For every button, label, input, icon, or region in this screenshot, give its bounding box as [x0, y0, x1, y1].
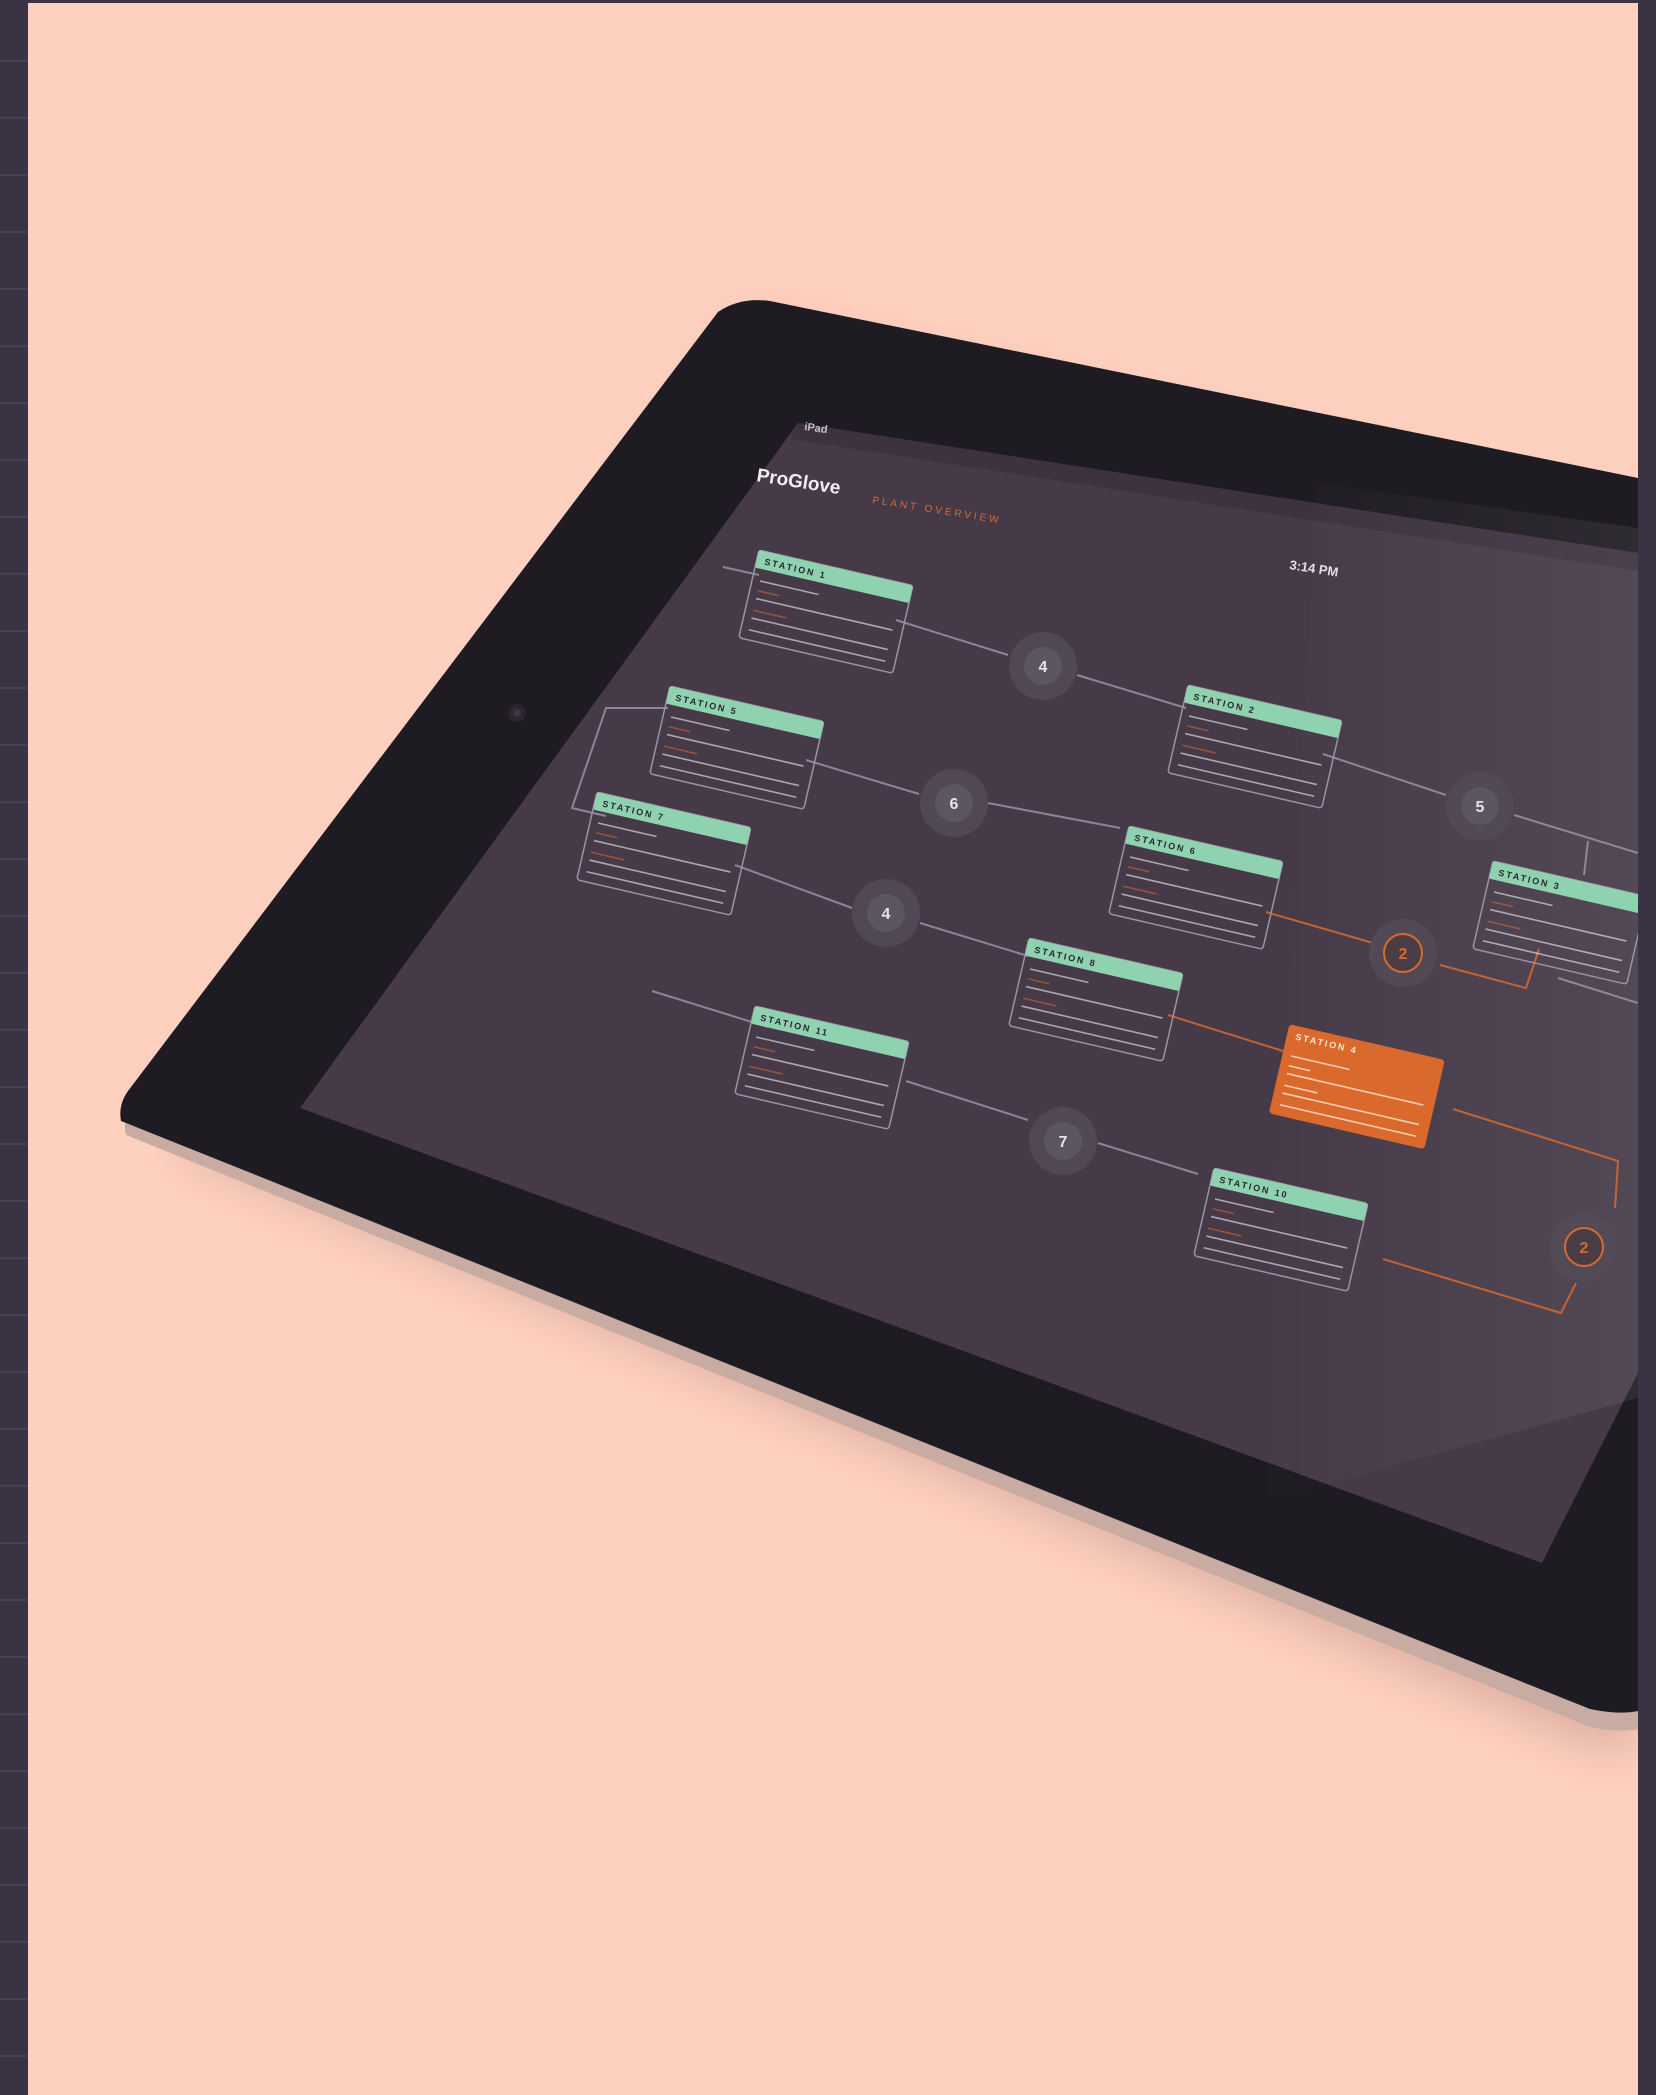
ipad-mockup: iPad 3:14 PM ProGlove PLANT OVERVIEW STA…: [120, 300, 1638, 1753]
frame-divider: [0, 1200, 28, 1202]
frame-divider: [0, 1713, 28, 1715]
frame-divider: [0, 1884, 28, 1886]
frame-divider: [0, 1371, 28, 1373]
frame-divider: [0, 516, 28, 518]
frame-divider: [0, 1257, 28, 1259]
counter-badge-3[interactable]: 6: [920, 769, 988, 837]
frame-divider: [0, 60, 28, 62]
frame-divider: [0, 117, 28, 119]
counter-value: 5: [1476, 799, 1485, 816]
counter-badge-5[interactable]: 2: [1369, 919, 1437, 987]
frame-divider: [0, 630, 28, 632]
counter-value: 4: [1039, 659, 1048, 676]
frame-divider: [0, 1998, 28, 2000]
frame-divider: [0, 972, 28, 974]
frame-divider: [0, 687, 28, 689]
frame-divider: [0, 1485, 28, 1487]
frame-divider: [0, 1029, 28, 1031]
counter-value: 2: [1580, 1240, 1589, 1257]
frame-divider: [0, 801, 28, 803]
frame-divider: [0, 1656, 28, 1658]
frame-top: [0, 0, 1656, 3]
counter-value: 6: [950, 796, 959, 813]
frame-divider: [0, 573, 28, 575]
counter-badge-2[interactable]: 5: [1446, 772, 1514, 840]
counter-badge-7[interactable]: 2: [1550, 1213, 1618, 1281]
frame-right: [1638, 0, 1656, 2095]
counter-badge-1[interactable]: 4: [1009, 632, 1077, 700]
screen-glare: [1258, 483, 1638, 1503]
counter-badge-6[interactable]: 7: [1029, 1107, 1097, 1175]
frame-divider: [0, 1599, 28, 1601]
frame-divider: [0, 2055, 28, 2057]
frame-divider: [0, 1542, 28, 1544]
frame-divider: [0, 288, 28, 290]
frame-divider: [0, 174, 28, 176]
frame-divider: [0, 1428, 28, 1430]
counter-value: 4: [882, 906, 891, 923]
counter-badge-4[interactable]: 4: [852, 879, 920, 947]
camera-lens-icon: [513, 709, 521, 717]
frame-divider: [0, 1086, 28, 1088]
frame-divider: [0, 459, 28, 461]
counter-value: 7: [1059, 1134, 1068, 1151]
counter-value: 2: [1399, 946, 1408, 963]
frame-divider: [0, 402, 28, 404]
frame-divider: [0, 1143, 28, 1145]
frame-left: [0, 0, 28, 2095]
frame-divider: [0, 1941, 28, 1943]
peach-background: iPad 3:14 PM ProGlove PLANT OVERVIEW STA…: [28, 3, 1638, 2095]
frame-divider: [0, 858, 28, 860]
frame-divider: [0, 744, 28, 746]
mockup-page: iPad 3:14 PM ProGlove PLANT OVERVIEW STA…: [0, 0, 1656, 2095]
frame-divider: [0, 345, 28, 347]
frame-divider: [0, 915, 28, 917]
frame-divider: [0, 1314, 28, 1316]
frame-divider: [0, 1770, 28, 1772]
frame-divider: [0, 231, 28, 233]
frame-divider: [0, 1827, 28, 1829]
